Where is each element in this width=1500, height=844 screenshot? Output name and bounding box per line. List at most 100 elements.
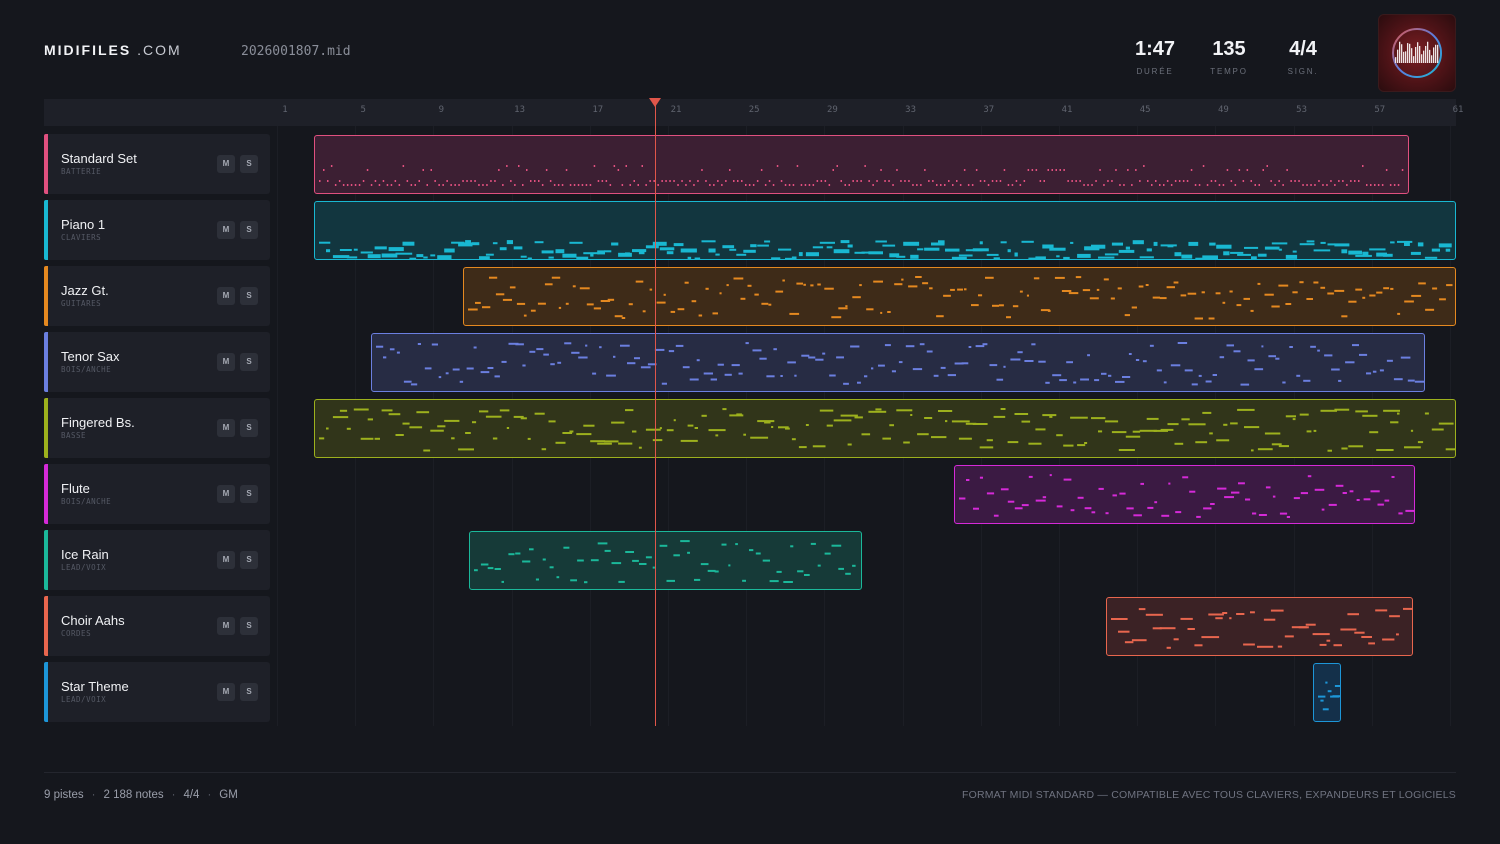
midi-note: [691, 300, 697, 303]
brand-logo[interactable]: MIDIFILES .COM: [44, 42, 182, 58]
track-category: BATTERIE: [61, 167, 102, 176]
midi-note: [908, 180, 911, 182]
track-header[interactable]: Star Theme LEAD/VOIX M S: [44, 662, 270, 722]
mute-button[interactable]: M: [217, 617, 235, 635]
track-header[interactable]: Ice Rain LEAD/VOIX M S: [44, 530, 270, 590]
midi-note: [701, 169, 704, 171]
midi-note: [480, 371, 490, 374]
midi-note: [569, 241, 583, 244]
solo-button[interactable]: S: [240, 485, 258, 503]
midi-note: [991, 304, 999, 307]
track-header[interactable]: Standard Set BATTERIE M S: [44, 134, 270, 194]
mute-button[interactable]: M: [217, 287, 235, 305]
midi-note: [518, 165, 520, 167]
mute-button[interactable]: M: [217, 419, 235, 437]
midi-note: [960, 184, 962, 186]
midi-note: [713, 184, 715, 186]
mute-button[interactable]: M: [217, 683, 235, 701]
midi-note: [729, 248, 737, 251]
mute-button[interactable]: M: [217, 155, 235, 173]
track-header[interactable]: Choir Aahs CORDES M S: [44, 596, 270, 656]
track-header[interactable]: Jazz Gt. GUITARES M S: [44, 266, 270, 326]
midi-note: [466, 180, 469, 182]
midi-note: [852, 296, 861, 299]
track-region[interactable]: [371, 333, 1425, 392]
midi-note: [738, 372, 743, 375]
ruler-tick: 53: [1296, 105, 1308, 115]
midi-note: [903, 441, 911, 444]
midi-note: [910, 254, 919, 259]
midi-note: [1126, 435, 1141, 438]
midi-note: [1335, 484, 1344, 487]
solo-button[interactable]: S: [240, 155, 258, 173]
track-name: Star Theme: [61, 679, 129, 694]
track-region[interactable]: [462, 267, 1456, 326]
midi-note: [355, 184, 357, 186]
midi-note: [482, 184, 485, 186]
track-region[interactable]: [1313, 663, 1341, 722]
solo-button[interactable]: S: [240, 551, 258, 569]
midi-note: [1251, 256, 1258, 259]
midi-note: [1272, 443, 1283, 446]
playhead[interactable]: [655, 102, 656, 726]
midi-note: [1229, 290, 1233, 293]
ruler-tick: 41: [1061, 105, 1073, 115]
solo-button[interactable]: S: [240, 617, 258, 635]
track-region[interactable]: [953, 465, 1415, 524]
mute-button[interactable]: M: [217, 353, 235, 371]
solo-button[interactable]: S: [240, 221, 258, 239]
midi-note: [1237, 253, 1252, 256]
mute-button[interactable]: M: [217, 221, 235, 239]
track-region[interactable]: [314, 135, 1410, 194]
midi-note: [771, 257, 781, 259]
midi-note: [1101, 372, 1107, 375]
midi-note: [1361, 636, 1373, 638]
midi-note: [639, 250, 645, 255]
mute-button[interactable]: M: [217, 485, 235, 503]
timeline-ruler[interactable]: 1 5 9 13 17 21 25 29 33 37 41 45 49 53 57 61: [44, 99, 1463, 126]
midi-note: [625, 165, 628, 167]
midi-note: [733, 180, 735, 182]
midi-note: [1000, 488, 1009, 491]
midi-note: [323, 169, 325, 171]
album-cover[interactable]: [1378, 14, 1456, 92]
midi-note: [426, 184, 429, 186]
midi-note: [737, 180, 739, 182]
track-region[interactable]: [1106, 597, 1414, 656]
solo-button[interactable]: S: [240, 419, 258, 437]
solo-button[interactable]: S: [240, 287, 258, 305]
midi-note: [1131, 184, 1133, 186]
midi-note: [1268, 355, 1277, 358]
midi-note: [546, 169, 548, 171]
track-region[interactable]: [314, 201, 1456, 260]
midi-note: [1263, 618, 1276, 621]
midi-note: [523, 314, 527, 317]
track-header[interactable]: Tenor Sax BOIS/ANCHE M S: [44, 332, 270, 392]
track-header[interactable]: Piano 1 CLAVIERS M S: [44, 200, 270, 260]
midi-note: [1212, 374, 1218, 376]
track-region[interactable]: [468, 531, 862, 590]
playhead-marker[interactable]: [649, 98, 661, 107]
midi-note: [1286, 254, 1298, 259]
midi-note: [642, 310, 646, 313]
track-region[interactable]: [314, 399, 1456, 458]
ruler-tick: 21: [670, 105, 682, 115]
midi-note: [910, 414, 913, 416]
ruler-tick: 25: [748, 105, 760, 115]
midi-note: [1323, 708, 1330, 711]
midi-note: [1340, 628, 1357, 631]
midi-note: [1250, 309, 1254, 312]
solo-button[interactable]: S: [240, 353, 258, 371]
midi-note: [1418, 282, 1426, 285]
midi-note: [722, 245, 735, 249]
track-header[interactable]: Fingered Bs. BASSE M S: [44, 398, 270, 458]
midi-note: [887, 311, 891, 313]
track-header[interactable]: Flute BOIS/ANCHE M S: [44, 464, 270, 524]
midi-note: [1389, 615, 1400, 618]
mute-button[interactable]: M: [217, 551, 235, 569]
midi-note: [597, 250, 606, 255]
midi-note: [1119, 184, 1122, 186]
solo-button[interactable]: S: [240, 683, 258, 701]
midi-note: [1325, 681, 1328, 684]
midi-note: [945, 420, 948, 423]
